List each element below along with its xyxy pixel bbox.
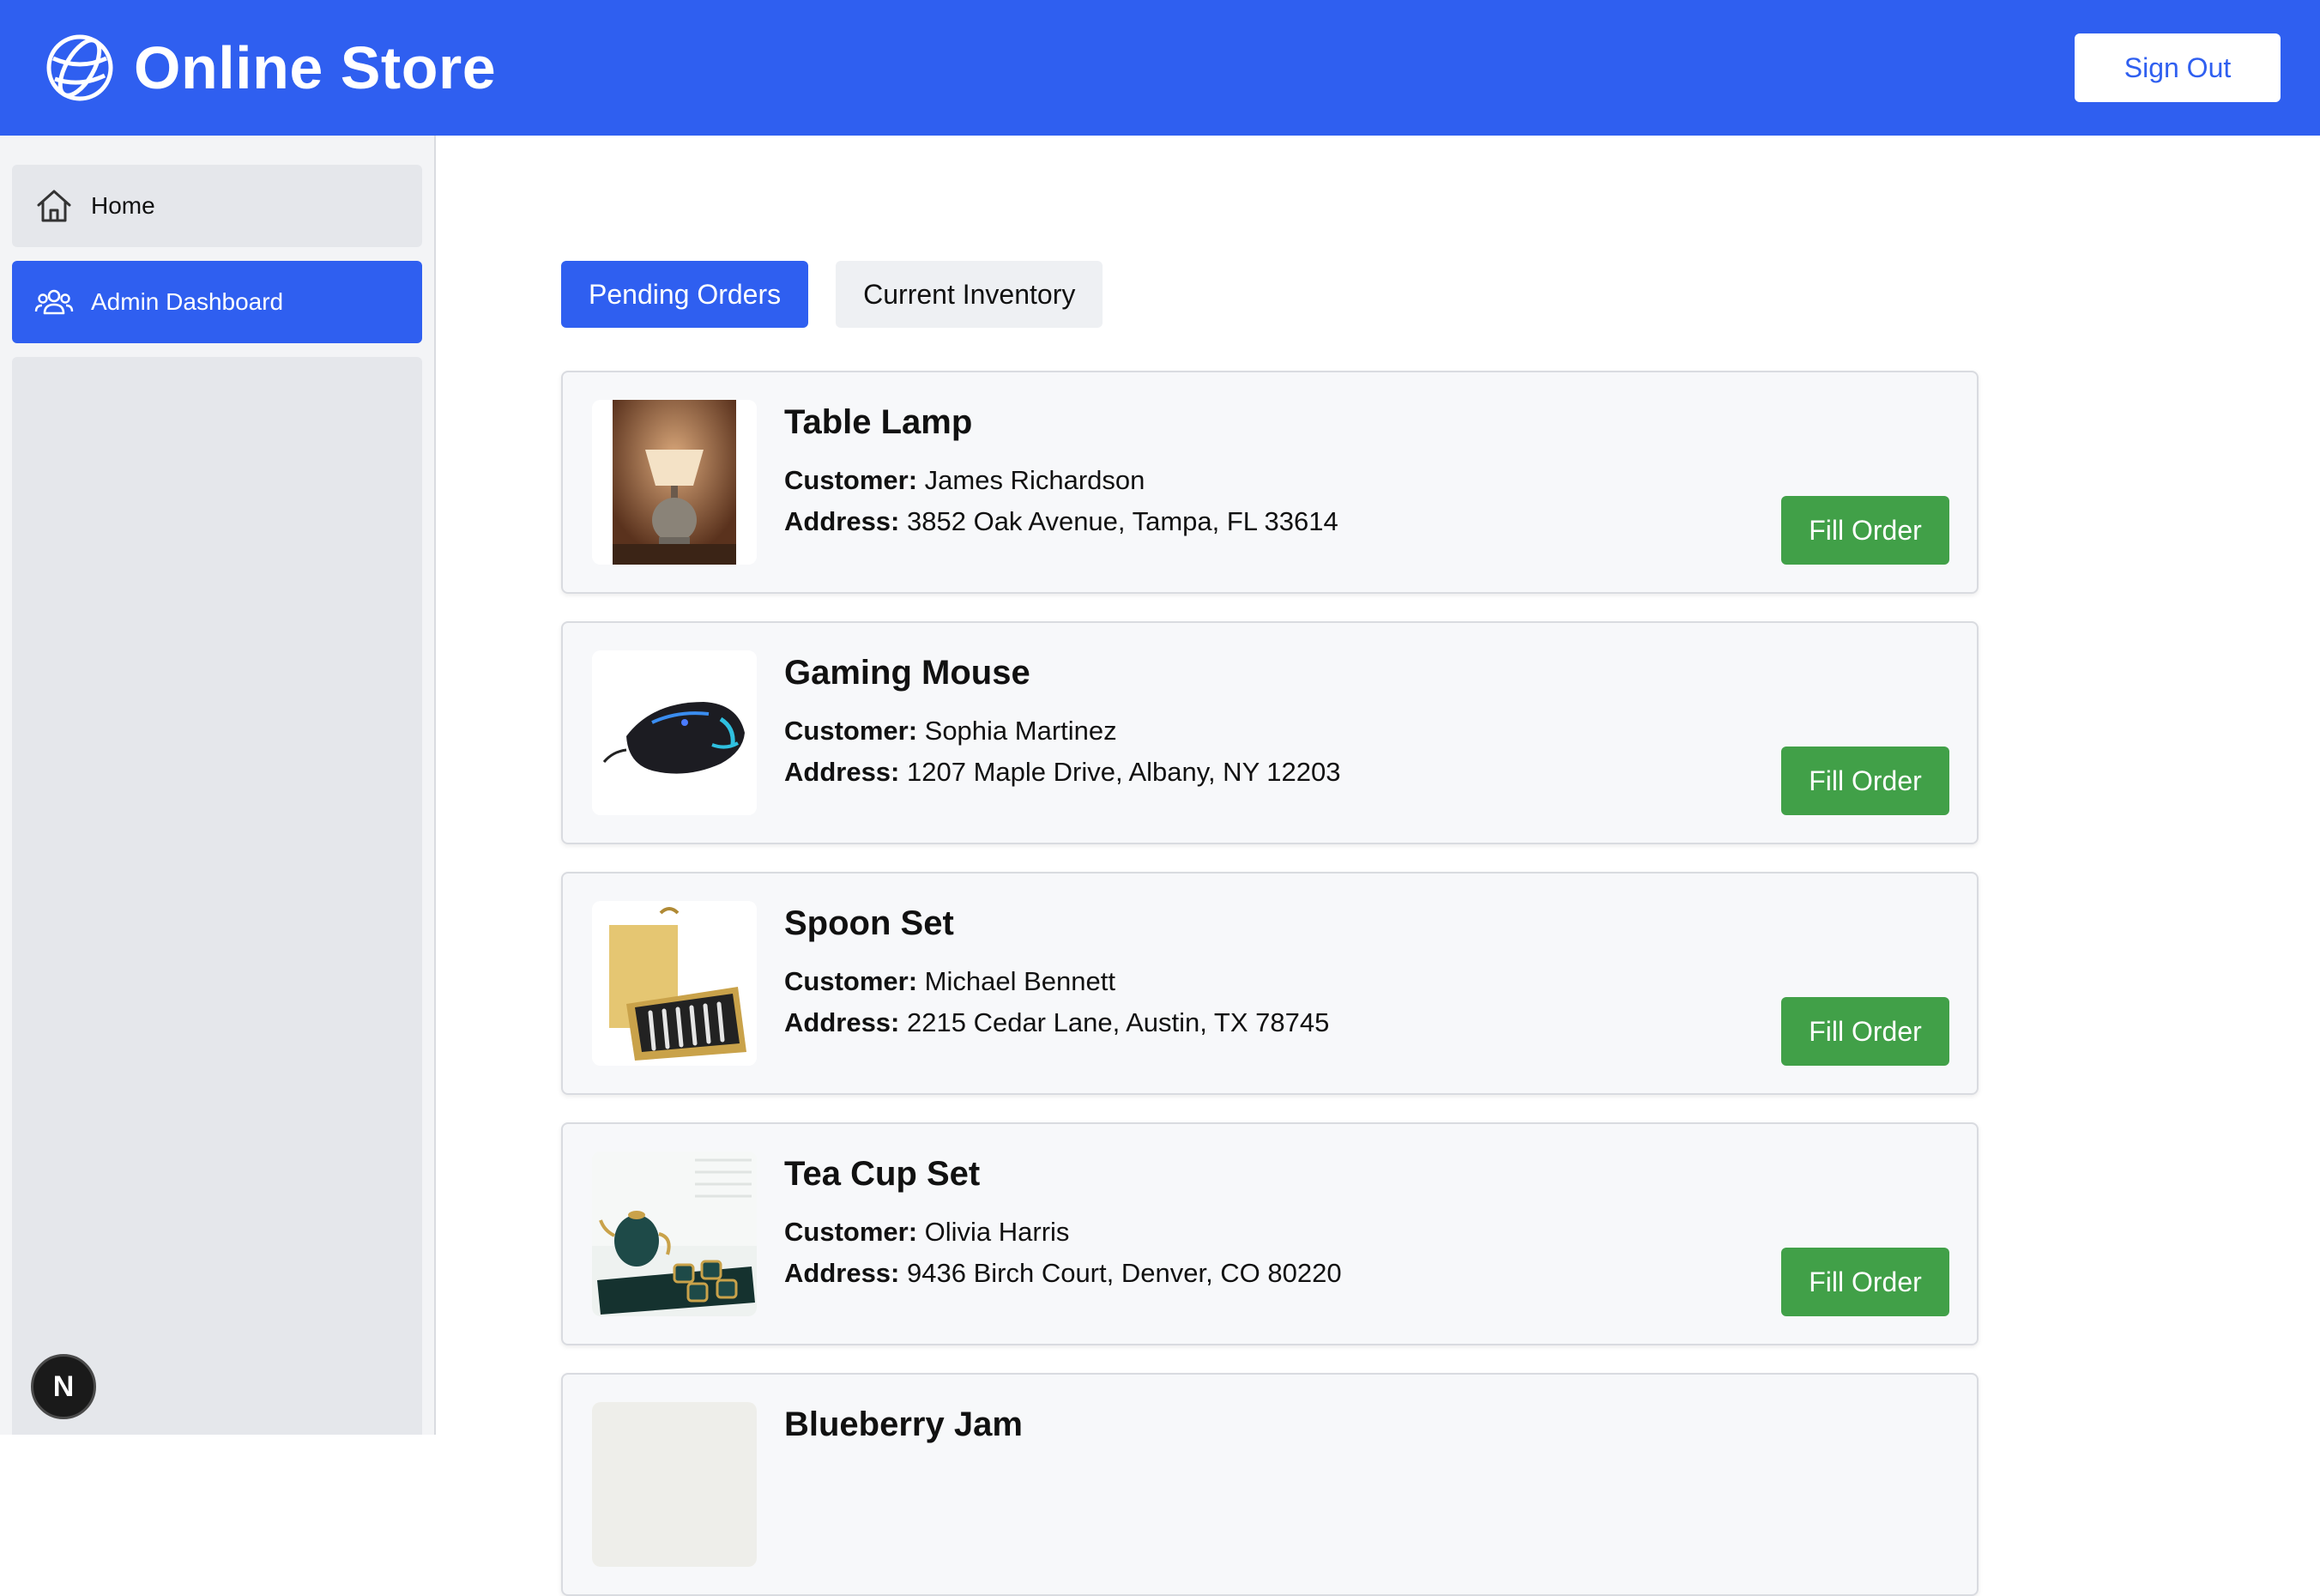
customer-line: Customer: James Richardson <box>784 465 1145 496</box>
address-line: Address: 2215 Cedar Lane, Austin, TX 787… <box>784 1007 1329 1038</box>
product-name: Table Lamp <box>784 403 973 441</box>
top-header: Online Store Sign Out <box>0 0 2320 136</box>
address-label: Address: <box>784 506 900 536</box>
customer-line: Customer: Sophia Martinez <box>784 716 1117 747</box>
customer-line: Customer: Olivia Harris <box>784 1217 1069 1248</box>
customer-name: Olivia Harris <box>924 1217 1070 1247</box>
fill-order-button[interactable]: Fill Order <box>1781 997 1949 1066</box>
address-label: Address: <box>784 757 900 787</box>
order-card: Tea Cup Set Customer: Olivia Harris Addr… <box>561 1122 1979 1345</box>
customer-address: 3852 Oak Avenue, Tampa, FL 33614 <box>907 506 1338 536</box>
brand[interactable]: Online Store <box>45 33 496 103</box>
blueberry-jam-image <box>592 1402 757 1567</box>
table-lamp-image <box>592 400 757 565</box>
product-name: Spoon Set <box>784 904 954 942</box>
customer-label: Customer: <box>784 966 918 996</box>
sidebar-item-label: Admin Dashboard <box>91 288 284 315</box>
app-title: Online Store <box>134 34 497 101</box>
customer-name: James Richardson <box>924 465 1145 495</box>
customer-label: Customer: <box>784 465 918 495</box>
fill-order-button[interactable]: Fill Order <box>1781 1248 1949 1316</box>
sidebar-item-home[interactable]: Home <box>12 165 422 247</box>
order-card: Table Lamp Customer: James Richardson Ad… <box>561 371 1979 594</box>
home-icon <box>37 190 71 222</box>
sidebar-item-label: Home <box>91 192 155 219</box>
globe-icon <box>46 34 113 101</box>
order-card: Blueberry Jam <box>561 1373 1979 1596</box>
tab-current-inventory[interactable]: Current Inventory <box>836 261 1103 328</box>
customer-address: 1207 Maple Drive, Albany, NY 12203 <box>907 757 1341 787</box>
order-card: Gaming Mouse Customer: Sophia Martinez A… <box>561 621 1979 844</box>
fill-order-button[interactable]: Fill Order <box>1781 496 1949 565</box>
sidebar-item-admin-dashboard[interactable]: Admin Dashboard <box>12 261 422 343</box>
tab-bar: Pending Orders Current Inventory <box>561 261 1103 328</box>
sign-out-button[interactable]: Sign Out <box>2075 33 2281 102</box>
product-name: Blueberry Jam <box>784 1406 1023 1443</box>
customer-address: 2215 Cedar Lane, Austin, TX 78745 <box>907 1007 1330 1037</box>
next-dev-badge[interactable]: N <box>31 1354 96 1419</box>
address-label: Address: <box>784 1007 900 1037</box>
sidebar: Home Admin Dashboard N <box>0 136 436 1435</box>
customer-label: Customer: <box>784 716 918 746</box>
customer-label: Customer: <box>784 1217 918 1247</box>
gaming-mouse-image <box>592 650 757 815</box>
customer-line: Customer: Michael Bennett <box>784 966 1115 997</box>
fill-order-button[interactable]: Fill Order <box>1781 747 1949 815</box>
tab-pending-orders[interactable]: Pending Orders <box>561 261 809 328</box>
users-icon <box>34 289 74 315</box>
address-line: Address: 9436 Birch Court, Denver, CO 80… <box>784 1258 1342 1289</box>
customer-address: 9436 Birch Court, Denver, CO 80220 <box>907 1258 1342 1288</box>
customer-name: Michael Bennett <box>924 966 1115 996</box>
address-line: Address: 1207 Maple Drive, Albany, NY 12… <box>784 757 1341 788</box>
order-card: Spoon Set Customer: Michael Bennett Addr… <box>561 872 1979 1095</box>
spoon-set-image <box>592 901 757 1066</box>
tea-cup-set-image <box>592 1152 757 1316</box>
sidebar-panel <box>12 357 422 1435</box>
customer-name: Sophia Martinez <box>924 716 1117 746</box>
address-label: Address: <box>784 1258 900 1288</box>
address-line: Address: 3852 Oak Avenue, Tampa, FL 3361… <box>784 506 1338 537</box>
product-name: Tea Cup Set <box>784 1155 981 1193</box>
product-name: Gaming Mouse <box>784 654 1030 692</box>
